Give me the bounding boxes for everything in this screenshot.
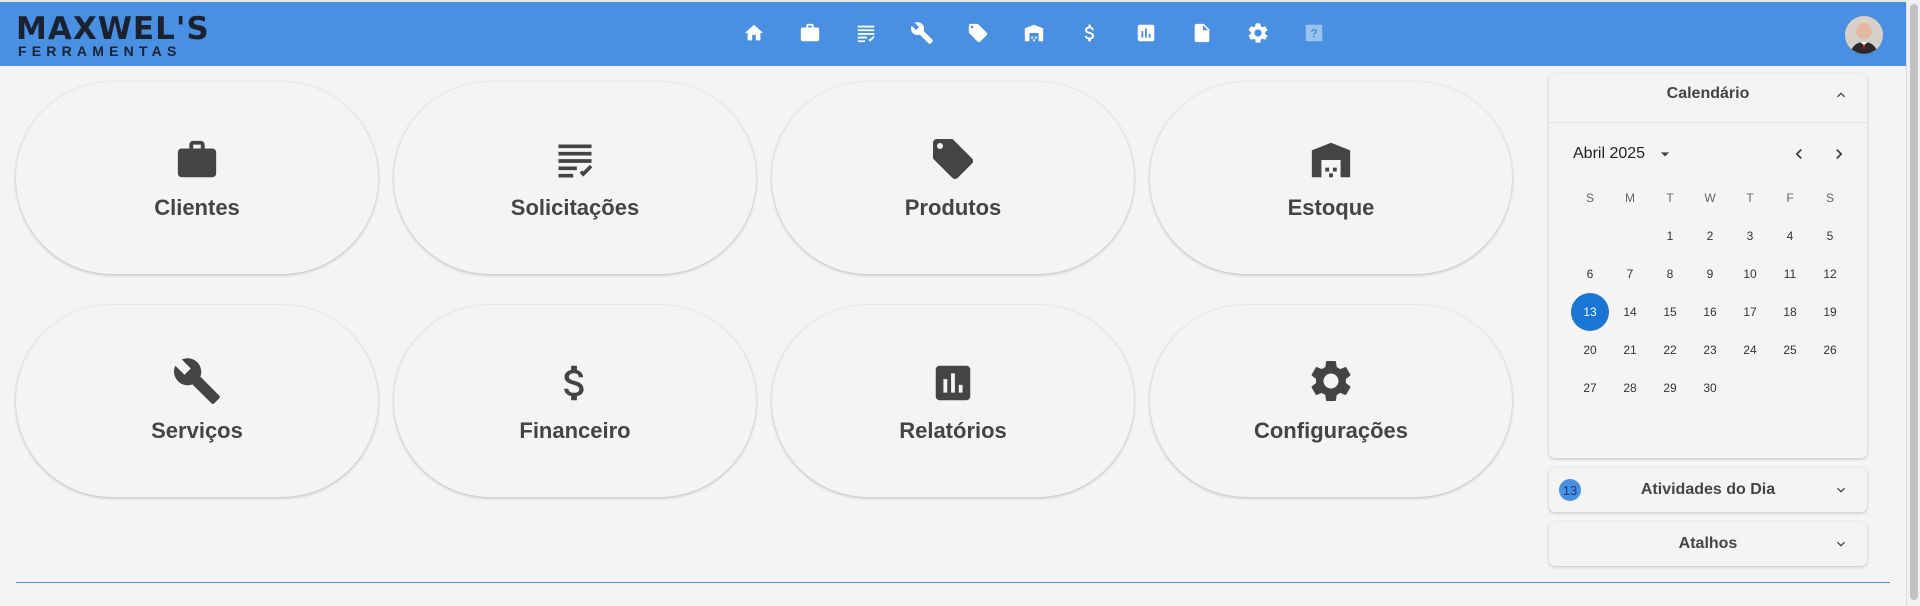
weekday-label: T: [1666, 191, 1674, 205]
calendar-day[interactable]: 23: [1691, 331, 1729, 369]
tag-icon: [933, 139, 973, 179]
card-estoque[interactable]: Estoque: [1150, 82, 1512, 274]
calendar-day[interactable]: 1: [1651, 217, 1689, 255]
calendar-day[interactable]: 9: [1691, 255, 1729, 293]
dollar-icon: [564, 365, 584, 401]
bar-chart-icon[interactable]: [1118, 16, 1174, 50]
calendar-day[interactable]: 15: [1651, 293, 1689, 331]
calendar-day[interactable]: 30: [1691, 369, 1729, 407]
card-label: Serviços: [151, 418, 243, 443]
activities-header[interactable]: Atividades do Dia: [1549, 468, 1867, 512]
warehouse-icon[interactable]: [1006, 16, 1062, 50]
tag-icon[interactable]: [950, 16, 1006, 50]
shortcuts-panel[interactable]: Atalhos: [1549, 522, 1867, 566]
calendar-day[interactable]: 17: [1731, 293, 1769, 331]
calendar-day[interactable]: 29: [1651, 369, 1689, 407]
calendar-day[interactable]: 28: [1611, 369, 1649, 407]
home-icon[interactable]: [726, 16, 782, 50]
shortcuts-header[interactable]: Atalhos: [1549, 522, 1867, 566]
dollar-icon[interactable]: [1062, 16, 1118, 50]
card-configuracoes[interactable]: Configurações: [1150, 305, 1512, 497]
chevron-down-icon[interactable]: [1833, 536, 1849, 552]
calendar-day[interactable]: 7: [1611, 255, 1649, 293]
card-label: Configurações: [1253, 418, 1409, 443]
chevron-down-icon[interactable]: [1833, 482, 1849, 498]
wrench-icon[interactable]: [894, 16, 950, 50]
calendar-day[interactable]: 18: [1771, 293, 1809, 331]
weekday-label: S: [1825, 191, 1834, 205]
calendar-day[interactable]: 16: [1691, 293, 1729, 331]
weekday-label: T: [1746, 191, 1754, 205]
document-icon[interactable]: [1174, 16, 1230, 50]
card-financeiro[interactable]: Financeiro: [394, 305, 756, 497]
page-scrollbar[interactable]: [1906, 0, 1920, 606]
card-label: Clientes: [154, 195, 240, 220]
calendar-day[interactable]: 12: [1811, 255, 1849, 293]
chevron-up-icon[interactable]: [1833, 87, 1849, 103]
activities-title: Atividades do Dia: [1640, 481, 1776, 498]
scrollbar-thumb[interactable]: [1910, 4, 1918, 600]
dropdown-arrow-icon[interactable]: [1655, 144, 1675, 164]
card-clientes[interactable]: Clientes: [16, 82, 378, 274]
footer-divider: [16, 582, 1890, 583]
bar-chart-icon: [935, 365, 971, 401]
card-label: Produtos: [904, 195, 1002, 220]
briefcase-icon: [177, 140, 217, 178]
month-label: Abril 2025: [1573, 145, 1646, 162]
briefcase-icon[interactable]: [782, 16, 838, 50]
calendar-title: Calendário: [1666, 85, 1750, 102]
calendar-header[interactable]: Calendário: [1549, 74, 1867, 114]
activities-panel[interactable]: 13 Atividades do Dia: [1549, 468, 1867, 512]
calendar-day-selected[interactable]: 13: [1571, 293, 1609, 331]
calendar-day[interactable]: 22: [1651, 331, 1689, 369]
calendar-day[interactable]: 5: [1811, 217, 1849, 255]
user-avatar[interactable]: [1845, 16, 1883, 54]
top-nav: ?: [726, 16, 1342, 50]
gear-icon: [1311, 361, 1351, 401]
calendar-day[interactable]: 27: [1571, 369, 1609, 407]
chevron-left-icon[interactable]: [1789, 144, 1809, 164]
warehouse-icon: [1311, 142, 1351, 178]
svg-text:?: ?: [1310, 27, 1317, 41]
logo[interactable]: MAXWEL'S FERRAMENTAS: [16, 11, 210, 59]
calendar-day[interactable]: 20: [1571, 331, 1609, 369]
calendar-day[interactable]: 4: [1771, 217, 1809, 255]
help-icon[interactable]: ?: [1286, 16, 1342, 50]
weekday-label: W: [1704, 191, 1716, 205]
shortcuts-title: Atalhos: [1678, 535, 1738, 552]
receipt-list-icon: [558, 144, 593, 178]
card-label: Estoque: [1287, 195, 1375, 220]
logo-subtitle: FERRAMENTAS: [18, 43, 182, 59]
calendar-day[interactable]: 14: [1611, 293, 1649, 331]
logo-title: MAXWEL'S: [16, 11, 210, 47]
receipt-list-icon[interactable]: [838, 16, 894, 50]
calendar-day[interactable]: 6: [1571, 255, 1609, 293]
month-selector[interactable]: Abril 2025: [1573, 144, 1675, 164]
top-app-bar: MAXWEL'S FERRAMENTAS ?: [0, 0, 1906, 66]
calendar-day[interactable]: 26: [1811, 331, 1849, 369]
calendar-day[interactable]: 3: [1731, 217, 1769, 255]
calendar-day[interactable]: 24: [1731, 331, 1769, 369]
card-produtos[interactable]: Produtos: [772, 82, 1134, 274]
card-label: Relatórios: [899, 418, 1007, 443]
wrench-icon: [173, 358, 220, 404]
calendar-day[interactable]: 21: [1611, 331, 1649, 369]
calendar-day[interactable]: 2: [1691, 217, 1729, 255]
divider: [1549, 122, 1867, 123]
weekday-label: F: [1786, 191, 1794, 205]
card-label: Financeiro: [519, 418, 631, 443]
card-label: Solicitações: [510, 195, 640, 220]
card-relatorios[interactable]: Relatórios: [772, 305, 1134, 497]
calendar-day[interactable]: 10: [1731, 255, 1769, 293]
calendar-day[interactable]: 19: [1811, 293, 1849, 331]
chevron-right-icon[interactable]: [1829, 144, 1849, 164]
card-servicos[interactable]: Serviços: [16, 305, 378, 497]
calendar-day[interactable]: 8: [1651, 255, 1689, 293]
gear-icon[interactable]: [1230, 16, 1286, 50]
weekday-label: M: [1625, 191, 1635, 205]
card-solicitacoes[interactable]: Solicitações: [394, 82, 756, 274]
calendar-day[interactable]: 11: [1771, 255, 1809, 293]
weekday-label: S: [1585, 191, 1594, 205]
calendar-day[interactable]: 25: [1771, 331, 1809, 369]
